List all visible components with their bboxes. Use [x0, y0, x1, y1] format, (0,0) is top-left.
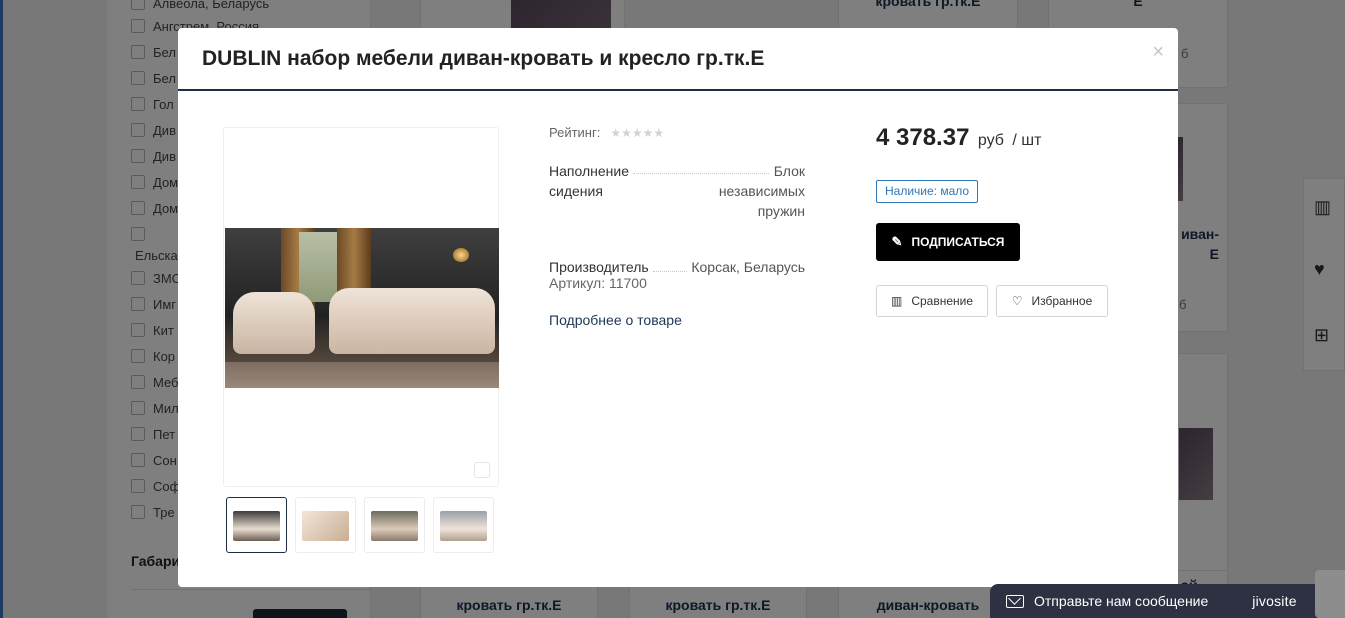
thumbnail-strip	[226, 497, 494, 553]
envelope-icon	[1006, 594, 1024, 608]
property-filling: Наполнение сидения Блок независимых пруж…	[549, 161, 805, 223]
thumbnail[interactable]	[433, 497, 494, 553]
article-number: Артикул: 11700	[549, 275, 647, 291]
product-photo	[225, 228, 499, 388]
thumbnail[interactable]	[364, 497, 425, 553]
price-currency: руб	[977, 132, 1004, 149]
price-amount: 4 378.37	[876, 124, 970, 151]
price: 4 378.37 руб / шт	[876, 124, 1041, 152]
pencil-icon: ✎	[891, 234, 903, 249]
property-value: Корсак, Беларусь	[691, 259, 805, 275]
property-name: Наполнение сидения	[549, 163, 629, 199]
rating: Рейтинг: ★★★★★	[549, 125, 664, 140]
chat-brand-logo: jivosite	[1252, 593, 1297, 609]
product-main-image[interactable]	[223, 127, 499, 487]
compare-button[interactable]: ▥ Сравнение	[876, 285, 988, 317]
modal-title: DUBLIN набор мебели диван-кровать и крес…	[202, 47, 765, 70]
subscribe-label: ПОДПИСАТЬСЯ	[911, 235, 1005, 249]
thumbnail[interactable]	[295, 497, 356, 553]
thumbnail[interactable]	[226, 497, 287, 553]
close-icon[interactable]: ×	[1152, 42, 1164, 62]
favorite-button[interactable]: ♡ Избранное	[996, 285, 1108, 317]
quick-view-modal: DUBLIN набор мебели диван-кровать и крес…	[178, 28, 1178, 587]
stock-badge: Наличие: мало	[876, 180, 979, 203]
property-name: Производитель	[549, 259, 649, 275]
more-details-link[interactable]: Подробнее о товаре	[549, 312, 682, 328]
bar-chart-icon: ▥	[890, 294, 903, 308]
rating-label: Рейтинг:	[549, 125, 601, 140]
chat-prompt: Отправьте нам сообщение	[1034, 593, 1209, 609]
modal-header: DUBLIN набор мебели диван-кровать и крес…	[178, 28, 1178, 91]
rating-stars-icon[interactable]: ★★★★★	[610, 126, 664, 140]
favorite-label: Избранное	[1031, 294, 1093, 308]
subscribe-button[interactable]: ✎ ПОДПИСАТЬСЯ	[876, 223, 1020, 261]
chat-widget[interactable]: Отправьте нам сообщение jivosite	[990, 584, 1345, 618]
zoom-icon[interactable]	[474, 462, 490, 478]
property-manufacturer: Производитель Корсак, Беларусь	[549, 257, 805, 277]
heart-outline-icon: ♡	[1011, 294, 1023, 308]
property-value: Блок независимых пружин	[718, 163, 805, 219]
price-unit: / шт	[1012, 132, 1042, 149]
compare-label: Сравнение	[911, 294, 974, 308]
scroll-top-button[interactable]	[1315, 570, 1345, 618]
